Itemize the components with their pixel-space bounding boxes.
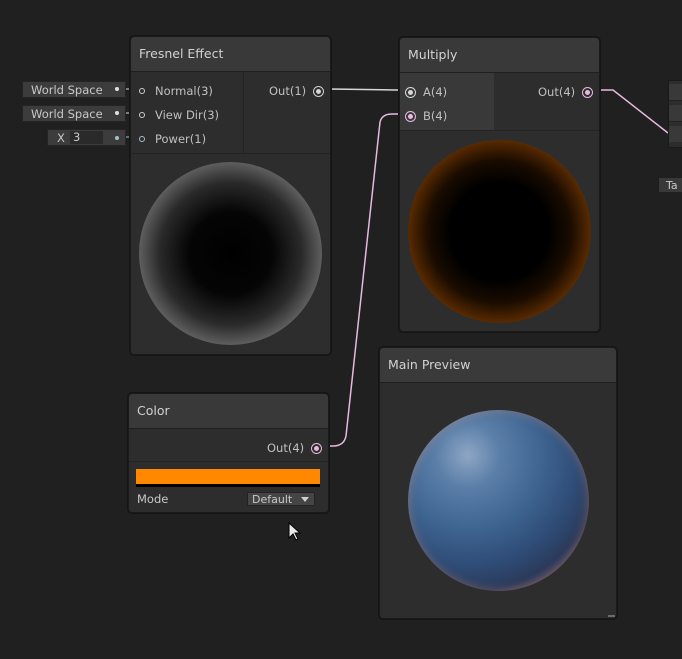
fresnel-node-title[interactable]: Fresnel Effect: [131, 37, 330, 72]
b-input-port[interactable]: B(4): [408, 109, 447, 123]
a-port-dot[interactable]: [408, 89, 413, 95]
power-input-port[interactable]: Power(1): [139, 132, 206, 146]
fresnel-output-dot[interactable]: [316, 88, 322, 94]
viewdir-port-dot[interactable]: [139, 112, 145, 118]
color-port-divider: [129, 461, 328, 462]
main-preview-title[interactable]: Main Preview: [380, 348, 616, 383]
fresnel-output-label: Out(1): [269, 84, 307, 98]
power-port-dot[interactable]: [139, 136, 145, 142]
chevron-down-icon: [301, 497, 309, 502]
color-output-port[interactable]: Out(4): [267, 441, 320, 455]
power-axis-label: X: [57, 131, 65, 145]
color-swatch[interactable]: [136, 469, 320, 487]
multiply-output-label: Out(4): [538, 85, 576, 99]
offscreen-tab[interactable]: Ta: [658, 177, 682, 193]
power-value-input[interactable]: 3: [70, 131, 103, 144]
fresnel-input-divider: [243, 72, 244, 153]
color-node[interactable]: Color Out(4) Mode Default: [128, 393, 329, 513]
mode-dropdown[interactable]: Default: [247, 492, 315, 506]
fresnel-port-divider: [131, 153, 330, 154]
a-port-label: A(4): [423, 85, 448, 99]
multiply-preview-sphere: [408, 140, 591, 323]
viewdir-input-port[interactable]: View Dir(3): [139, 108, 219, 122]
fresnel-preview-sphere: [139, 162, 322, 345]
multiply-node-title[interactable]: Multiply: [400, 38, 599, 73]
mode-label: Mode: [137, 492, 169, 506]
fresnel-output-port[interactable]: Out(1): [269, 84, 322, 98]
viewdir-space-label: World Space: [31, 107, 103, 121]
viewdir-port-label: View Dir(3): [155, 108, 220, 122]
multiply-output-port[interactable]: Out(4): [538, 85, 591, 99]
resize-handle-icon[interactable]: [608, 615, 615, 617]
normal-space-label: World Space: [31, 83, 103, 97]
mouse-cursor-icon: [288, 522, 302, 541]
power-field[interactable]: X 3: [47, 129, 126, 146]
a-input-port[interactable]: A(4): [408, 85, 447, 99]
b-port-label: B(4): [423, 109, 448, 123]
offscreen-node-fragment[interactable]: [668, 80, 682, 148]
color-output-label: Out(4): [267, 441, 305, 455]
main-preview-sphere[interactable]: [408, 410, 589, 591]
fresnel-effect-node[interactable]: Fresnel Effect Normal(3) View Dir(3) Pow…: [130, 36, 331, 355]
power-default-dot: [115, 136, 119, 140]
mode-dropdown-value: Default: [252, 493, 293, 506]
multiply-node[interactable]: Multiply A(4) B(4) Out(4): [399, 37, 600, 332]
normal-space-field[interactable]: World Space: [22, 81, 126, 98]
multiply-output-dot[interactable]: [585, 89, 591, 95]
color-output-dot[interactable]: [314, 445, 320, 451]
viewdir-space-field[interactable]: World Space: [22, 105, 126, 122]
offscreen-port-1[interactable]: [669, 84, 682, 101]
power-port-label: Power(1): [155, 132, 207, 146]
offscreen-tab-label: Ta: [666, 179, 678, 192]
b-port-dot[interactable]: [408, 113, 413, 119]
normal-default-dot: [115, 87, 119, 91]
normal-port-dot[interactable]: [139, 88, 145, 94]
normal-port-label: Normal(3): [155, 84, 213, 98]
color-node-title[interactable]: Color: [129, 394, 328, 429]
main-preview-panel[interactable]: Main Preview: [379, 347, 617, 619]
multiply-port-divider: [400, 130, 599, 131]
viewdir-default-dot: [115, 111, 119, 115]
offscreen-port-3[interactable]: [669, 126, 682, 142]
offscreen-port-2[interactable]: [669, 105, 682, 122]
normal-input-port[interactable]: Normal(3): [139, 84, 213, 98]
